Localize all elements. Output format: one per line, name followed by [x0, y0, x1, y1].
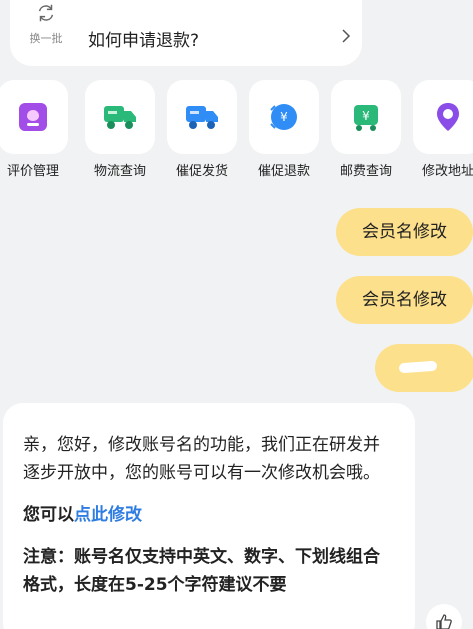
suggested-question-card: 换一批 如何申请退款? [10, 0, 362, 66]
service-label: 物流查询 [93, 164, 146, 179]
modify-link[interactable]: 点此修改 [74, 505, 142, 525]
service-change-address[interactable]: 修改地址 [411, 80, 473, 179]
svg-text:¥: ¥ [280, 110, 288, 124]
review-icon [19, 103, 47, 131]
service-shortcuts: 评价管理 物流查询 催促发货 ¥ 催促退款 ¥ 邮费查询 修改地址 [0, 80, 473, 190]
service-postage[interactable]: ¥ 邮费查询 [329, 80, 403, 179]
thumbs-up-icon [436, 614, 452, 629]
refund-bell-icon: ¥ [270, 104, 297, 130]
service-urge-refund[interactable]: ¥ 催促退款 [247, 80, 321, 179]
chevron-right-icon[interactable] [340, 28, 352, 44]
service-logistics[interactable]: 物流查询 [83, 80, 157, 179]
service-review[interactable]: 评价管理 [0, 80, 70, 179]
reply-action: 您可以点此修改 [23, 501, 395, 529]
user-message-bubble-redacted [375, 344, 473, 392]
refresh-label: 换一批 [29, 32, 63, 45]
service-label: 催促退款 [257, 164, 310, 179]
postage-icon: ¥ [354, 105, 378, 131]
reply-action-prefix: 您可以 [23, 505, 74, 525]
refresh-button[interactable]: 换一批 [22, 2, 70, 46]
service-label: 催促发货 [175, 164, 228, 179]
truck-icon [104, 106, 136, 129]
like-button[interactable] [426, 604, 462, 629]
redaction-mark [398, 360, 438, 374]
suggested-question[interactable]: 如何申请退款? [88, 26, 199, 51]
truck-fast-icon [186, 106, 218, 129]
reply-note: 注意：账号名仅支持中英文、数字、下划线组合格式，长度在5-25个字符建议不要 [23, 547, 380, 595]
service-urge-shipping[interactable]: 催促发货 [165, 80, 239, 179]
reply-paragraph: 亲，您好，修改账号名的功能，我们正在研发并逐步开放中，您的账号可以有一次修改机会… [23, 435, 380, 483]
service-label: 修改地址 [421, 164, 473, 179]
service-label: 邮费查询 [339, 164, 392, 179]
user-message-bubble: 会员名修改 [336, 208, 473, 256]
location-pin-icon [437, 103, 459, 131]
svg-text:¥: ¥ [362, 109, 370, 123]
refresh-icon [38, 4, 54, 22]
assistant-reply-card: 亲，您好，修改账号名的功能，我们正在研发并逐步开放中，您的账号可以有一次修改机会… [3, 403, 415, 629]
service-label: 评价管理 [6, 164, 59, 179]
user-message-bubble: 会员名修改 [336, 276, 473, 324]
